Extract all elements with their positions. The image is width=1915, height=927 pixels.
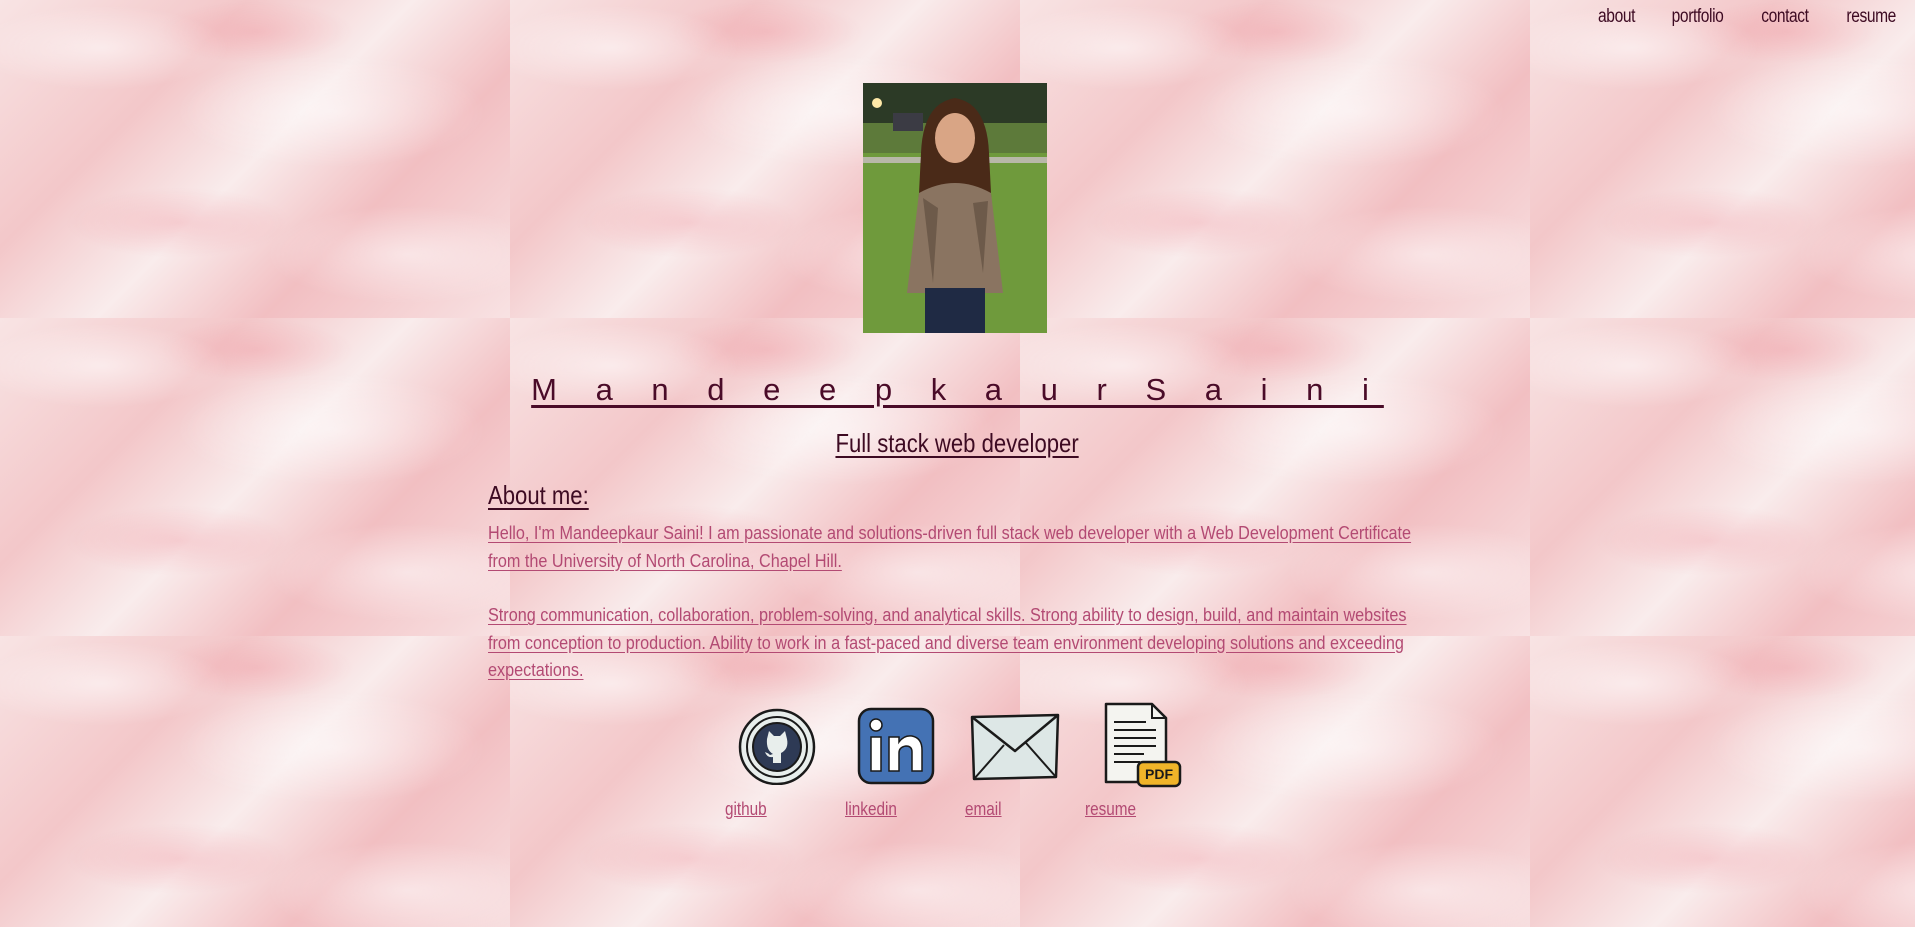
email-link[interactable]: email [965,799,1002,820]
github-link[interactable]: github [725,799,767,820]
nav-portfolio[interactable]: portfolio [1671,6,1723,28]
nav-contact[interactable]: contact [1761,6,1809,28]
profile-title-wrapper: Full stack web developer [0,428,1915,459]
profile-name[interactable]: M a n d e e p k a u r S a i n i [531,372,1384,407]
envelope-icon[interactable] [968,705,1062,790]
linkedin-icon[interactable] [856,705,936,790]
nav-about[interactable]: about [1598,6,1635,28]
profile-title[interactable]: Full stack web developer [836,428,1079,459]
about-paragraph-1[interactable]: Hello, I'm Mandeepkaur Saini! I am passi… [488,520,1424,575]
linkedin-link[interactable]: linkedin [845,799,897,820]
about-paragraph-2[interactable]: Strong communication, collaboration, pro… [488,602,1424,685]
profile-name-wrapper: M a n d e e p k a u r S a i n i [0,372,1915,408]
github-icon[interactable] [737,705,817,790]
pdf-icon[interactable]: PDF [1100,702,1184,800]
profile-photo [863,83,1047,333]
top-nav: about portfolio contact resume [1594,6,1901,28]
svg-text:PDF: PDF [1145,766,1173,782]
resume-link[interactable]: resume [1085,799,1136,820]
nav-resume[interactable]: resume [1846,6,1896,28]
about-heading[interactable]: About me: [488,480,589,511]
